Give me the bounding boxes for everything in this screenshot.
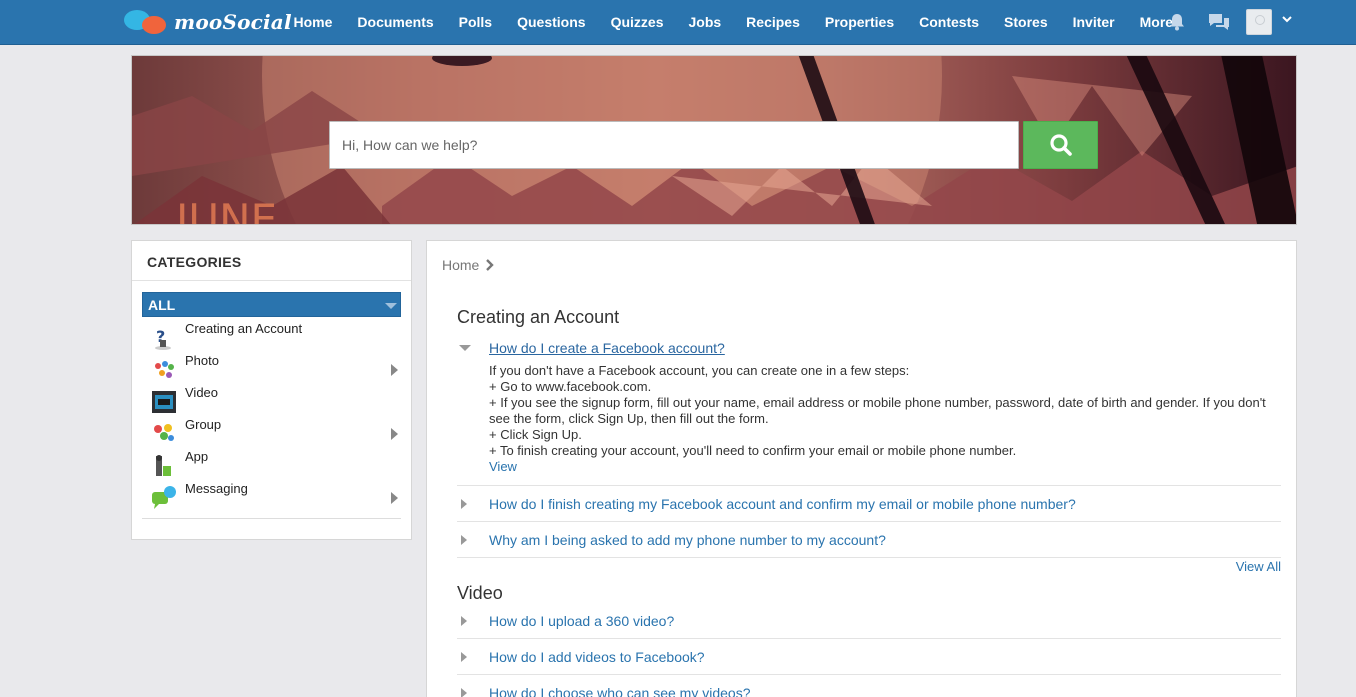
app-figure-icon bbox=[156, 455, 171, 476]
divider bbox=[142, 518, 401, 519]
category-app[interactable]: App bbox=[142, 447, 401, 479]
answer-line: + If you see the signup form, fill out y… bbox=[489, 395, 1266, 426]
answer-view-link[interactable]: View bbox=[489, 459, 517, 474]
category-label: Group bbox=[185, 417, 222, 432]
nav-inviter[interactable]: Inviter bbox=[1060, 0, 1127, 44]
expand-arrow-icon[interactable] bbox=[391, 428, 398, 440]
breadcrumb-home[interactable]: Home bbox=[442, 257, 479, 273]
section-title-video: Video bbox=[457, 583, 503, 603]
categories-sidebar: CATEGORIES ALL ? Creating an Account Pho… bbox=[131, 240, 412, 540]
categories-title: CATEGORIES bbox=[132, 241, 411, 281]
category-label: Photo bbox=[185, 353, 219, 368]
category-label: Creating an Account bbox=[185, 321, 303, 336]
nav-quizzes[interactable]: Quizzes bbox=[598, 0, 676, 44]
answer-line: + To finish creating your account, you'l… bbox=[489, 443, 1017, 458]
caret-down-icon[interactable] bbox=[385, 303, 397, 309]
nav-polls[interactable]: Polls bbox=[446, 0, 504, 44]
photo-people-icon bbox=[155, 361, 174, 378]
category-label: Video bbox=[185, 385, 219, 400]
faq-answer: If you don't have a Facebook account, yo… bbox=[489, 363, 1279, 475]
caret-right-icon[interactable] bbox=[461, 535, 467, 545]
answer-line: + Click Sign Up. bbox=[489, 427, 582, 442]
nav-properties[interactable]: Properties bbox=[812, 0, 906, 44]
answer-line: + Go to www.facebook.com. bbox=[489, 379, 652, 394]
breadcrumb: Home bbox=[442, 257, 495, 273]
caret-right-icon[interactable] bbox=[461, 652, 467, 662]
help-search-input[interactable] bbox=[329, 121, 1019, 169]
faq-item: Why am I being asked to add my phone num… bbox=[457, 522, 1281, 558]
question-figure-icon: ? bbox=[155, 327, 171, 350]
faq-question-link[interactable]: How do I choose who can see my videos? bbox=[489, 685, 750, 697]
faq-question-link[interactable]: How do I upload a 360 video? bbox=[489, 613, 674, 629]
messaging-bubbles-icon bbox=[152, 486, 176, 509]
category-label: App bbox=[185, 449, 209, 464]
nav-questions[interactable]: Questions bbox=[505, 0, 598, 44]
video-clapper-icon bbox=[152, 391, 176, 413]
faq-question-link[interactable]: How do I create a Facebook account? bbox=[489, 340, 725, 356]
answer-line: If you don't have a Facebook account, yo… bbox=[489, 363, 910, 378]
faq-question-link[interactable]: How do I add videos to Facebook? bbox=[489, 649, 705, 665]
caret-right-icon[interactable] bbox=[461, 688, 467, 697]
search-icon bbox=[1049, 134, 1072, 156]
moosocial-logo[interactable]: mooSocial bbox=[124, 8, 292, 36]
category-all-label: ALL bbox=[148, 297, 176, 313]
group-balloons-icon bbox=[154, 424, 174, 441]
faq-item: How do I upload a 360 video? bbox=[457, 603, 1281, 639]
nav-contests[interactable]: Contests bbox=[907, 0, 992, 44]
svg-text:JUNE: JUNE bbox=[173, 195, 277, 225]
expand-arrow-icon[interactable] bbox=[391, 364, 398, 376]
faq-question-link[interactable]: Why am I being asked to add my phone num… bbox=[489, 532, 886, 548]
search-button[interactable] bbox=[1023, 121, 1098, 169]
faq-item: How do I finish creating my Facebook acc… bbox=[457, 486, 1281, 522]
caret-right-icon[interactable] bbox=[461, 616, 467, 626]
faq-main-panel: Home Creating an Account How do I create… bbox=[426, 240, 1297, 697]
caret-right-icon[interactable] bbox=[461, 499, 467, 509]
user-avatar[interactable] bbox=[1246, 9, 1272, 35]
category-photo[interactable]: Photo bbox=[142, 351, 401, 383]
category-group[interactable]: Group bbox=[142, 415, 401, 447]
section-title-creating-an-account: Creating an Account bbox=[457, 307, 620, 327]
chat-bubbles-logo-icon bbox=[124, 8, 170, 36]
nav-home[interactable]: Home bbox=[281, 0, 345, 44]
caret-down-icon[interactable] bbox=[459, 345, 471, 351]
top-navbar: mooSocial Home Documents Polls Questions… bbox=[0, 0, 1356, 45]
nav-recipes[interactable]: Recipes bbox=[734, 0, 813, 44]
category-messaging[interactable]: Messaging bbox=[142, 479, 401, 511]
expand-arrow-icon[interactable] bbox=[391, 492, 398, 504]
nav-stores[interactable]: Stores bbox=[992, 0, 1061, 44]
faq-question-link[interactable]: How do I finish creating my Facebook acc… bbox=[489, 496, 1076, 512]
nav-documents[interactable]: Documents bbox=[345, 0, 446, 44]
nav-jobs[interactable]: Jobs bbox=[676, 0, 734, 44]
faq-item: How do I choose who can see my videos? bbox=[457, 675, 1281, 697]
chevron-down-icon[interactable] bbox=[1282, 16, 1294, 28]
messages-icon[interactable] bbox=[1208, 11, 1230, 33]
category-list: ? Creating an Account Photo Video Group … bbox=[142, 319, 401, 511]
main-nav: Home Documents Polls Questions Quizzes J… bbox=[281, 0, 1186, 44]
category-all[interactable]: ALL bbox=[142, 292, 401, 317]
category-video[interactable]: Video bbox=[142, 383, 401, 415]
view-all-link[interactable]: View All bbox=[1236, 559, 1281, 574]
bell-icon[interactable] bbox=[1166, 11, 1188, 33]
nav-icons bbox=[1166, 0, 1294, 44]
chevron-right-icon bbox=[486, 259, 495, 271]
category-creating-an-account[interactable]: ? Creating an Account bbox=[142, 319, 401, 351]
category-label: Messaging bbox=[185, 481, 248, 496]
logo-text: mooSocial bbox=[174, 10, 292, 34]
faq-item: How do I add videos to Facebook? bbox=[457, 639, 1281, 675]
